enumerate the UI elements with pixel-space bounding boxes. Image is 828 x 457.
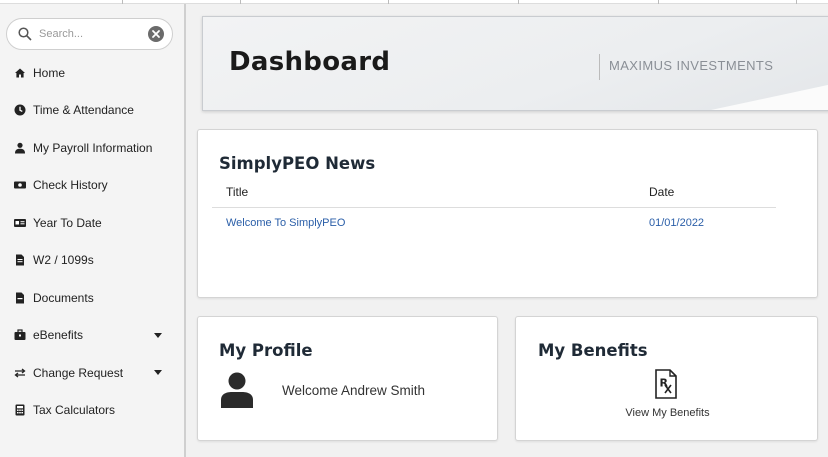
news-title: SimplyPEO News [219,154,376,173]
clear-search-icon[interactable] [148,26,164,42]
search-input[interactable] [39,25,139,43]
header-decoration [711,80,828,110]
file-icon [14,254,26,266]
sidebar-item-label: Home [33,65,66,80]
sidebar-item-documents[interactable]: Documents [0,279,184,317]
id-card-icon [14,217,26,229]
profile-card: My Profile Welcome Andrew Smith [197,316,498,441]
user-icon [14,142,26,154]
news-item-link[interactable]: Welcome To SimplyPEO [226,217,345,229]
sidebar-item-label: My Payroll Information [33,140,153,155]
welcome-message: Welcome Andrew Smith [282,383,426,398]
sidebar-item-label: Documents [33,290,94,305]
briefcase-icon [14,329,26,341]
chevron-down-icon[interactable] [154,370,162,375]
sidebar-item-label: Year To Date [33,215,102,230]
sidebar-item-change-request[interactable]: Change Request [0,354,184,392]
search-icon [18,27,32,41]
chevron-down-icon[interactable] [154,332,162,338]
page-title: Dashboard [229,47,391,77]
avatar-icon [221,372,253,408]
sidebar-item-label: eBenefits [33,328,84,343]
exchange-icon [14,367,26,379]
sidebar-item-w2-1099s[interactable]: W2 / 1099s [0,242,184,280]
benefits-card: My Benefits R View My Benefits [515,316,818,441]
prescription-icon[interactable]: R [654,369,678,399]
sidebar-item-year-to-date[interactable]: Year To Date [0,204,184,242]
sidebar-item-label: Check History [33,178,108,193]
column-header-title: Title [226,185,249,199]
sidebar-item-label: Time & Attendance [33,103,134,118]
document-icon [14,292,26,304]
title-divider [599,54,600,80]
sidebar-item-tax-calculators[interactable]: Tax Calculators [0,392,184,430]
search-box [6,18,173,50]
column-header-date: Date [649,185,675,199]
sidebar-nav: Home Time & Attendance My Payroll Inform… [0,54,184,429]
news-item-date[interactable]: 01/01/2022 [649,217,704,229]
sidebar-item-home[interactable]: Home [0,54,184,92]
sidebar-item-label: W2 / 1099s [33,253,94,268]
clock-icon [14,104,26,116]
sidebar-item-payroll[interactable]: My Payroll Information [0,129,184,167]
sidebar-item-label: Change Request [33,365,124,380]
company-name: MAXIMUS INVESTMENTS [609,58,774,73]
sidebar: Home Time & Attendance My Payroll Inform… [0,4,186,457]
money-icon [14,179,26,191]
benefits-title: My Benefits [538,341,648,360]
calculator-icon [14,404,26,416]
sidebar-item-ebenefits[interactable]: eBenefits [0,317,184,355]
sidebar-item-label: Tax Calculators [33,403,116,418]
home-icon [14,67,26,79]
table-divider [212,207,776,208]
sidebar-item-time-attendance[interactable]: Time & Attendance [0,92,184,130]
sidebar-item-check-history[interactable]: Check History [0,167,184,205]
news-card: SimplyPEO News Title Date Welcome To Sim… [197,129,818,298]
view-benefits-link[interactable]: View My Benefits [516,407,819,419]
dashboard-header: Dashboard MAXIMUS INVESTMENTS [202,16,828,111]
profile-title: My Profile [219,341,313,360]
